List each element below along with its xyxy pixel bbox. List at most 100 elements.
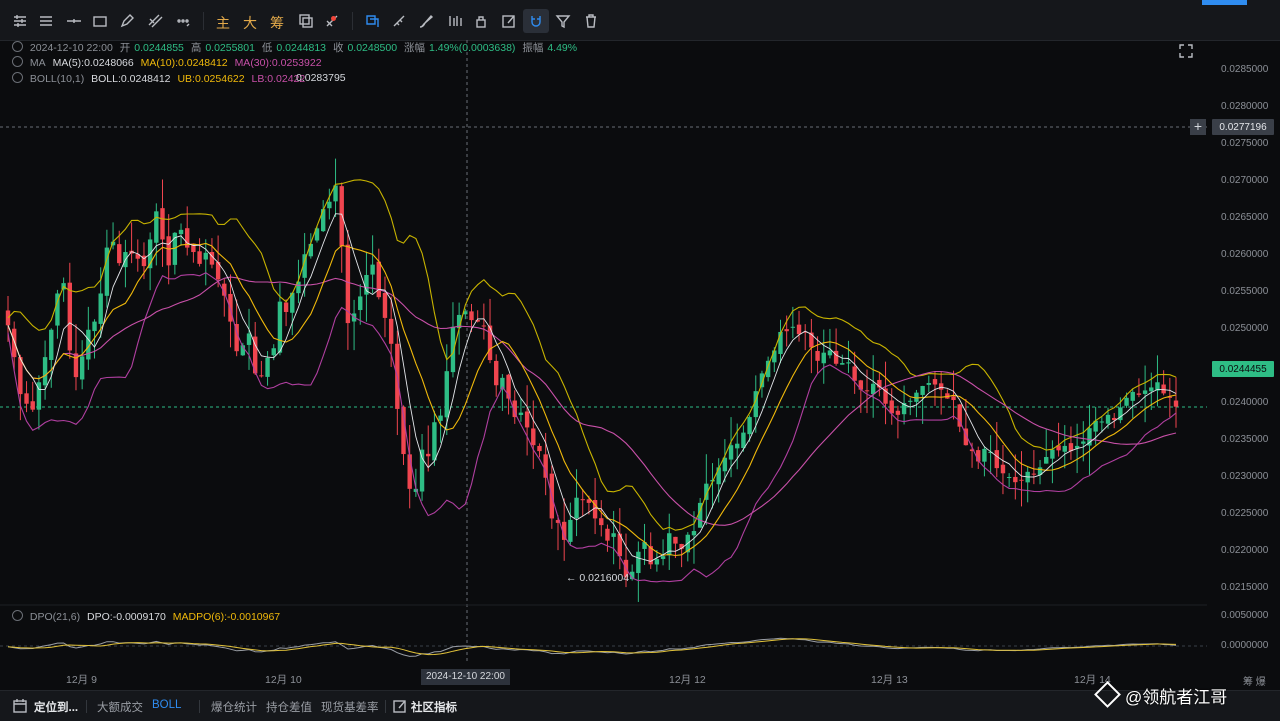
price-chart[interactable] [0, 40, 1280, 690]
candle-body [1081, 441, 1086, 444]
ma30-line [7, 276, 1177, 526]
candle-body [599, 518, 604, 526]
dpo-name[interactable]: DPO(21,6) [30, 611, 80, 623]
copy-chart-icon[interactable] [296, 11, 316, 31]
candle-body [815, 350, 820, 361]
main-chart-toggle[interactable]: 主 [216, 13, 230, 33]
bar-divider [199, 700, 200, 713]
high-value: 0.0255801 [205, 42, 255, 54]
trash-icon[interactable] [581, 11, 601, 31]
close-value: 0.0248500 [347, 42, 398, 54]
brush-icon[interactable] [416, 11, 436, 31]
candle-body [821, 352, 826, 364]
high-annotation: 0.0283795 [296, 72, 346, 84]
watermark-text: @领航者江哥 [1125, 688, 1228, 707]
candle-body [271, 348, 276, 356]
add-order-icon[interactable]: + [1190, 119, 1206, 135]
menu-icon[interactable] [36, 11, 56, 31]
open-interest-diff-tab[interactable]: 持仓差值 [266, 699, 312, 715]
boll-tab[interactable]: BOLL [152, 699, 181, 711]
dpo-axis-label: 0.0050000 [1221, 610, 1269, 621]
spot-basis-tab[interactable]: 现货基差率 [321, 699, 379, 715]
candle-body [265, 357, 270, 377]
time-label: 12月 12 [669, 674, 706, 686]
eye-icon[interactable] [12, 610, 23, 621]
candle-body [339, 186, 344, 247]
candle-body [784, 329, 789, 332]
candle-body [432, 422, 437, 461]
candle-body [98, 293, 103, 324]
candle-body [1161, 384, 1166, 394]
candle-body [1062, 445, 1067, 452]
boll-name[interactable]: BOLL(10,1) [30, 73, 84, 85]
madpo-value: MADPO(6):-0.0010967 [172, 611, 281, 623]
community-indicators-tab[interactable]: 社区指标 [411, 699, 457, 715]
drawing-toolbar: 主 大 筹 [0, 0, 1280, 41]
ma10-value: MA(10):0.0248412 [140, 57, 228, 69]
calendar-icon[interactable] [10, 696, 30, 716]
ma5-value: MA(5):0.0248066 [52, 57, 134, 69]
bar-divider [86, 700, 87, 713]
amplitude-label: 振幅 [522, 42, 544, 54]
open-label: 开 [119, 42, 131, 54]
fullscreen-icon[interactable] [1176, 41, 1196, 61]
candle-body [951, 396, 956, 401]
chips-toggle[interactable]: 筹 [270, 13, 284, 33]
candle-body [796, 324, 802, 335]
crosshair-time-tag: 2024-12-10 22:00 [421, 669, 510, 685]
edit-icon[interactable] [499, 11, 519, 31]
liquidation-stats-tab[interactable]: 爆仓统计 [211, 699, 257, 715]
candle-body [735, 443, 740, 449]
compare-icon[interactable] [445, 11, 465, 31]
candle-body [388, 318, 394, 344]
ma-name[interactable]: MA [30, 57, 46, 69]
magnet-icon[interactable] [523, 9, 549, 33]
candle-body [982, 448, 987, 462]
time-axis[interactable]: 12月 9 12月 10 12月 12 12月 13 12月 14 2024-1… [0, 663, 1210, 690]
price-label: 0.0230000 [1221, 471, 1269, 482]
more-tools-icon[interactable] [173, 11, 193, 31]
price-label: 0.0285000 [1221, 64, 1269, 75]
candle-body [524, 411, 530, 428]
parallel-lines-icon[interactable] [145, 11, 165, 31]
lock-icon[interactable] [471, 11, 491, 31]
price-label: 0.0250000 [1221, 323, 1269, 334]
candle-alert-icon[interactable] [322, 11, 342, 31]
time-label: 12月 9 [66, 674, 97, 686]
candle-body [494, 360, 499, 386]
locate-button[interactable]: 定位到... [34, 699, 78, 715]
axis-extra-labels[interactable]: 筹 爆 [1243, 673, 1266, 688]
big-trade-tab[interactable]: 大额成交 [97, 699, 143, 715]
candle-body [827, 350, 833, 356]
candle-body [49, 329, 54, 360]
eye-icon[interactable] [12, 56, 23, 67]
rectangle-icon[interactable] [90, 11, 110, 31]
pencil-icon[interactable] [117, 11, 137, 31]
candle-body [308, 243, 314, 257]
ruler-icon[interactable] [389, 11, 409, 31]
big-orders-toggle[interactable]: 大 [243, 13, 257, 33]
bell-icon[interactable] [12, 72, 23, 83]
low-annotation-value: 0.0216004 [579, 572, 630, 584]
horizontal-line-icon[interactable] [64, 11, 84, 31]
settings-sliders-icon[interactable] [10, 11, 30, 31]
filter-icon[interactable] [553, 11, 573, 31]
ma30-value: MA(30):0.0253922 [234, 57, 322, 69]
chart-area[interactable] [0, 40, 1280, 690]
dpo-value: DPO:-0.0009170 [87, 611, 166, 623]
candle-body [716, 467, 721, 485]
candle-body [673, 536, 678, 544]
candle-body [741, 432, 746, 449]
candle-body [327, 201, 332, 209]
eye-icon[interactable] [12, 41, 23, 52]
candle-body [920, 385, 925, 395]
active-top-tab[interactable] [1202, 0, 1247, 5]
low-annotation: ← 0.0216004 [566, 572, 630, 584]
candle-body [518, 412, 524, 415]
layers-icon[interactable] [362, 11, 382, 31]
candle-body [1006, 477, 1012, 478]
candle-body [450, 326, 456, 373]
toolbar-divider [203, 12, 204, 30]
community-edit-icon[interactable] [390, 696, 410, 716]
candle-body [1136, 393, 1142, 395]
